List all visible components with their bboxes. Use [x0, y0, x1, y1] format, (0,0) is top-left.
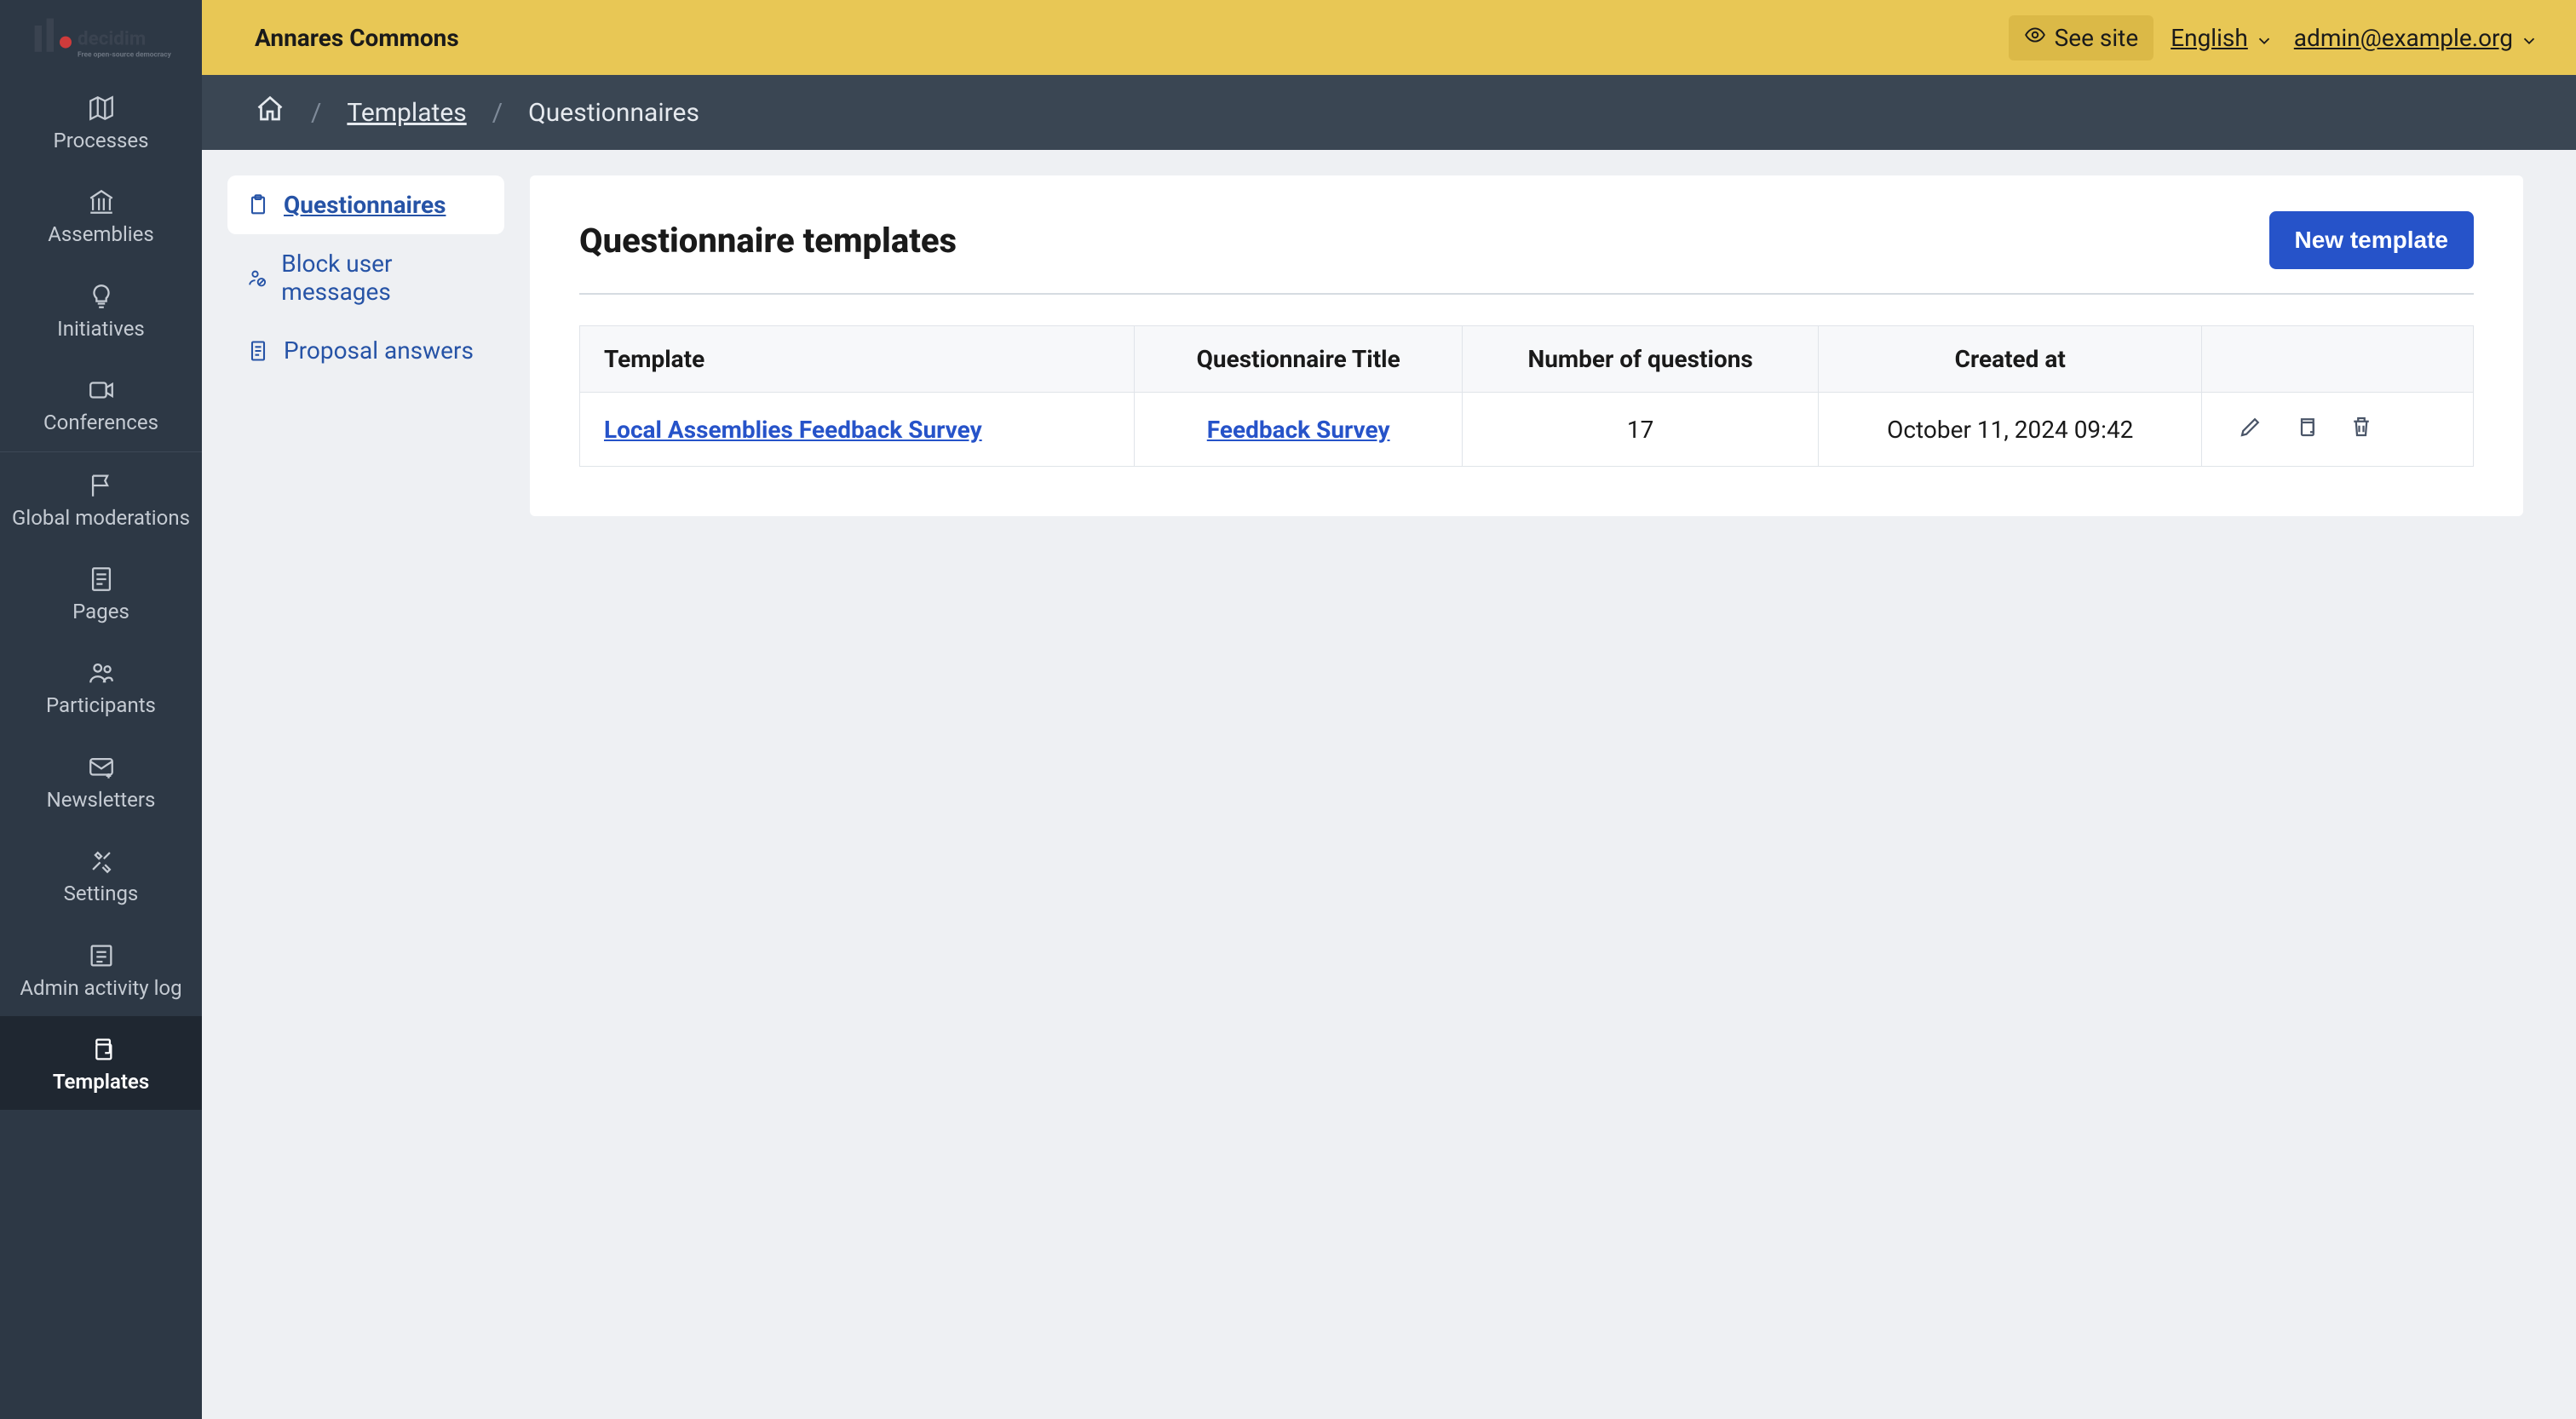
main-panel: Questionnaire templates New template Tem… — [530, 175, 2523, 516]
video-icon — [87, 376, 116, 405]
see-site-button[interactable]: See site — [2009, 15, 2154, 60]
pencil-icon — [2238, 414, 2263, 445]
subnav-block-user-messages[interactable]: Block user messages — [227, 234, 504, 321]
nav-processes[interactable]: Processes — [0, 75, 202, 169]
document-icon — [246, 339, 270, 363]
breadcrumb: / Templates / Questionnaires — [202, 75, 2576, 150]
nav-newsletters[interactable]: Newsletters — [0, 734, 202, 828]
created-at: October 11, 2024 09:42 — [1819, 393, 2202, 467]
table-row: Local Assemblies Feedback Survey Feedbac… — [580, 393, 2474, 467]
eye-icon — [2024, 24, 2046, 52]
copy-icon — [87, 1035, 116, 1064]
nav-initiatives[interactable]: Initiatives — [0, 263, 202, 357]
home-icon — [255, 94, 285, 131]
user-block-icon — [246, 266, 267, 290]
nav-label: Admin activity log — [20, 977, 181, 999]
subnav-proposal-answers[interactable]: Proposal answers — [227, 321, 504, 380]
templates-table: Template Questionnaire Title Number of q… — [579, 325, 2474, 467]
user-dropdown[interactable]: admin@example.org — [2291, 19, 2542, 57]
nav-conferences[interactable]: Conferences — [0, 357, 202, 451]
nav-label: Assemblies — [48, 223, 153, 245]
col-created: Created at — [1819, 326, 2202, 393]
col-actions — [2202, 326, 2474, 393]
breadcrumb-home[interactable] — [255, 94, 285, 131]
chevron-down-icon — [2255, 28, 2274, 47]
language-label: English — [2171, 24, 2248, 52]
map-icon — [87, 94, 116, 123]
lightbulb-icon — [87, 282, 116, 311]
nav-assemblies[interactable]: Assemblies — [0, 169, 202, 262]
nav-label: Initiatives — [57, 318, 145, 340]
user-email: admin@example.org — [2294, 24, 2513, 52]
nav-label: Settings — [64, 882, 139, 905]
topbar: Annares Commons See site English admin@e… — [202, 0, 2576, 75]
duplicate-button[interactable] — [2288, 411, 2324, 447]
copy-icon — [2293, 414, 2319, 445]
chevron-down-icon — [2520, 28, 2539, 47]
nav-label: Processes — [54, 129, 149, 152]
logo[interactable]: decidim Free open-source democracy — [0, 0, 202, 75]
table-header-row: Template Questionnaire Title Number of q… — [580, 326, 2474, 393]
nav-settings[interactable]: Settings — [0, 828, 202, 922]
svg-text:decidim: decidim — [78, 27, 146, 49]
trash-icon — [2349, 414, 2374, 445]
people-icon — [87, 658, 116, 687]
nav-label: Conferences — [43, 411, 158, 434]
subnav-label: Questionnaires — [284, 191, 446, 219]
col-title: Questionnaire Title — [1135, 326, 1463, 393]
question-count: 17 — [1463, 393, 1819, 467]
subnav-label: Block user messages — [281, 250, 486, 306]
nav-participants[interactable]: Participants — [0, 640, 202, 733]
nav-admin-activity-log[interactable]: Admin activity log — [0, 922, 202, 1016]
list-icon — [87, 941, 116, 970]
edit-button[interactable] — [2233, 411, 2268, 447]
subnav-questionnaires[interactable]: Questionnaires — [227, 175, 504, 234]
nav-label: Participants — [46, 694, 156, 716]
template-name-link[interactable]: Local Assemblies Feedback Survey — [604, 416, 982, 444]
nav-templates[interactable]: Templates — [0, 1016, 202, 1110]
col-template: Template — [580, 326, 1135, 393]
panel-title: Questionnaire templates — [579, 221, 957, 261]
breadcrumb-current: Questionnaires — [528, 98, 699, 128]
new-template-button[interactable]: New template — [2269, 211, 2475, 269]
nav-label: Global moderations — [12, 507, 190, 529]
svg-text:Free open-source democracy: Free open-source democracy — [78, 50, 172, 59]
breadcrumb-templates[interactable]: Templates — [347, 98, 466, 128]
nav-label: Pages — [72, 600, 129, 623]
delete-button[interactable] — [2343, 411, 2379, 447]
bank-icon — [87, 187, 116, 216]
org-name: Annares Commons — [255, 24, 459, 52]
subnav-label: Proposal answers — [284, 336, 474, 365]
nav-label: Templates — [53, 1071, 149, 1093]
mail-plus-icon — [87, 753, 116, 782]
sub-sidebar: Questionnaires Block user messages Propo… — [202, 150, 530, 1419]
clipboard-icon — [246, 193, 270, 217]
breadcrumb-separator: / — [311, 98, 321, 128]
nav-label: Newsletters — [47, 789, 156, 811]
language-dropdown[interactable]: English — [2167, 19, 2277, 57]
tools-icon — [87, 847, 116, 876]
col-count: Number of questions — [1463, 326, 1819, 393]
flag-icon — [87, 471, 116, 500]
questionnaire-title-link[interactable]: Feedback Survey — [1207, 416, 1390, 444]
nav-global-moderations[interactable]: Global moderations — [0, 452, 202, 546]
breadcrumb-separator: / — [492, 98, 503, 128]
see-site-label: See site — [2055, 24, 2139, 52]
main-sidebar: decidim Free open-source democracy Proce… — [0, 0, 202, 1419]
page-icon — [87, 565, 116, 594]
nav-pages[interactable]: Pages — [0, 546, 202, 640]
